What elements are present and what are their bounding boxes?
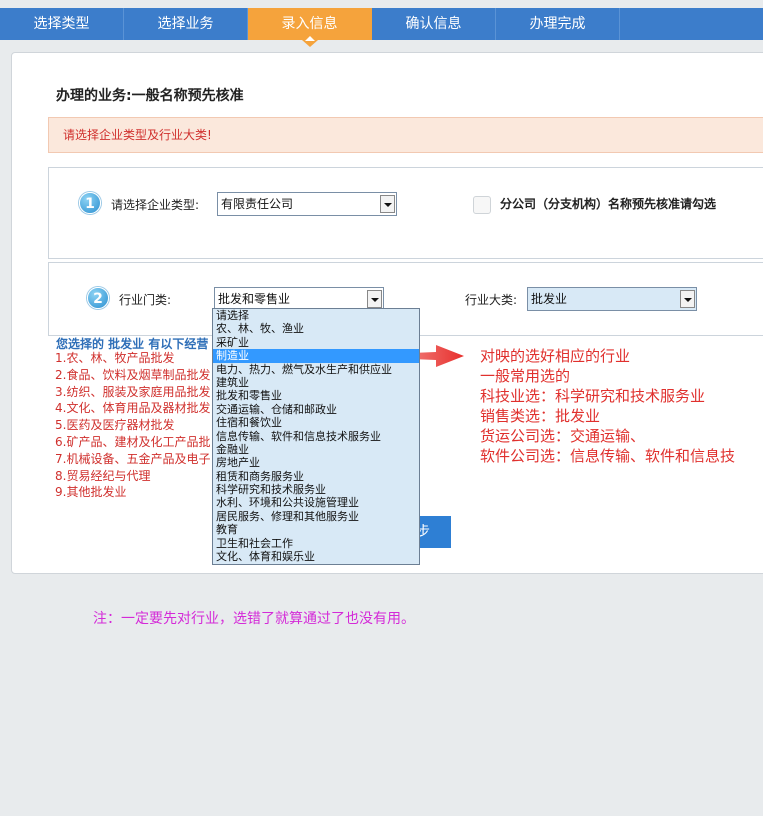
dropdown-option[interactable]: 请选择 <box>213 309 419 322</box>
bottom-note: 注：一定要先对行业，选错了就算通过了也没有用。 <box>93 611 415 627</box>
branch-label: 分公司（分支机构）名称预先核准请勾选 <box>500 197 717 211</box>
scope-item: 2.食品、饮料及烟草制品批发 <box>55 367 211 382</box>
dropdown-option[interactable]: 卫生和社会工作 <box>213 537 419 550</box>
industry-label: 行业门类: <box>119 293 172 307</box>
scope-item: 1.农、林、牧产品批发 <box>55 351 175 365</box>
scope-item: 3.纺织、服装及家庭用品批发 <box>55 384 211 399</box>
industry-value: 批发和零售业 <box>218 292 291 306</box>
dropdown-option[interactable]: 批发和零售业 <box>213 389 419 402</box>
step-confirm-info[interactable]: 确认信息 <box>372 8 496 40</box>
step-select-type[interactable]: 选择类型 <box>0 8 124 40</box>
step-complete[interactable]: 办理完成 <box>496 8 620 40</box>
dropdown-option[interactable]: 采矿业 <box>213 336 419 349</box>
annotation-line: 销售类选：批发业 <box>480 407 601 425</box>
category-value: 批发业 <box>531 292 568 306</box>
category-select[interactable]: 批发业 <box>527 287 697 311</box>
dropdown-option[interactable]: 信息传输、软件和信息技术服务业 <box>213 430 419 443</box>
dropdown-option[interactable]: 居民服务、修理和其他服务业 <box>213 510 419 523</box>
company-type-value: 有限责任公司 <box>221 197 294 211</box>
dropdown-option[interactable]: 交通运输、仓储和邮政业 <box>213 403 419 416</box>
dropdown-option[interactable]: 房地产业 <box>213 456 419 469</box>
step-bar: 选择类型 选择业务 录入信息 确认信息 办理完成 <box>0 8 763 47</box>
step-number-2-icon: 2 <box>87 287 109 309</box>
company-type-label: 请选择企业类型: <box>111 198 200 212</box>
annotation-line: 一般常用选的 <box>480 367 571 385</box>
company-type-select[interactable]: 有限责任公司 <box>217 192 397 216</box>
dropdown-option[interactable]: 建筑业 <box>213 376 419 389</box>
annotation-line: 科技业选：科学研究和技术服务业 <box>480 387 706 405</box>
chevron-down-icon <box>680 290 695 308</box>
category-label: 行业大类: <box>465 293 518 307</box>
scope-item: 4.文化、体育用品及器材批发 <box>55 401 211 416</box>
step-select-business[interactable]: 选择业务 <box>124 8 248 40</box>
dropdown-option[interactable]: 农、林、牧、渔业 <box>213 322 419 335</box>
dropdown-option[interactable]: 租赁和商务服务业 <box>213 470 419 483</box>
alert-message: 请选择企业类型及行业大类! <box>48 117 763 153</box>
branch-checkbox[interactable] <box>473 196 491 214</box>
step-number-1-icon: 1 <box>79 192 101 214</box>
industry-dropdown-list[interactable]: 请选择 农、林、牧、渔业 采矿业 制造业 电力、热力、燃气及水生产和供应业 建筑… <box>212 308 420 565</box>
scope-item: 6.矿产品、建材及化工产品批 <box>55 434 211 449</box>
dropdown-option[interactable]: 文化、体育和娱乐业 <box>213 550 419 563</box>
chevron-down-icon <box>367 290 382 308</box>
annotation-line: 软件公司选：信息传输、软件和信息技 <box>480 447 736 465</box>
dropdown-option-highlighted[interactable]: 制造业 <box>213 349 419 363</box>
business-title: 办理的业务:一般名称预先核准 <box>56 88 244 104</box>
annotation-line: 货运公司选：交通运输、 <box>480 427 646 445</box>
scope-item: 9.其他批发业 <box>55 485 127 500</box>
annotation-line: 对映的选好相应的行业 <box>480 347 631 365</box>
dropdown-option[interactable]: 教育 <box>213 523 419 536</box>
scope-item: 8.贸易经纪与代理 <box>55 468 151 483</box>
scope-item: 5.医药及医疗器材批发 <box>55 418 175 433</box>
dropdown-option[interactable]: 水利、环境和公共设施管理业 <box>213 496 419 509</box>
dropdown-option[interactable]: 金融业 <box>213 443 419 456</box>
step-enter-info[interactable]: 录入信息 <box>248 8 372 47</box>
dropdown-option[interactable]: 电力、热力、燃气及水生产和供应业 <box>213 363 419 376</box>
dropdown-option[interactable]: 住宿和餐饮业 <box>213 416 419 429</box>
annotation-text: 对映的选好相应的行业 一般常用选的 科技业选：科学研究和技术服务业 销售类选：批… <box>480 346 735 466</box>
scope-item: 7.机械设备、五金产品及电子 <box>55 451 211 466</box>
dropdown-option[interactable]: 科学研究和技术服务业 <box>213 483 419 496</box>
scope-list: 1.农、林、牧产品批发 2.食品、饮料及烟草制品批发 3.纺织、服装及家庭用品批… <box>55 350 212 501</box>
company-type-section: 1 请选择企业类型: 有限责任公司 分公司（分支机构）名称预先核准请勾选 <box>48 167 763 259</box>
chevron-down-icon <box>380 195 395 213</box>
